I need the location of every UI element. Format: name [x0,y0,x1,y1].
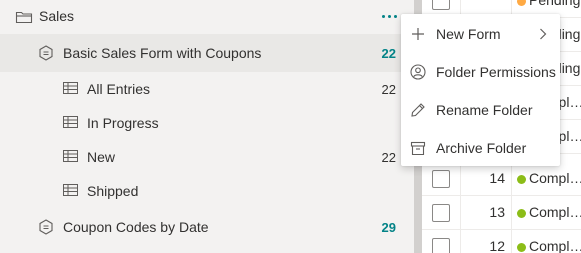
tree-item-shipped[interactable]: Shipped [0,174,414,208]
status-label: Compl… [529,204,581,220]
status-label: Compl… [529,238,581,253]
cell-divider [511,196,512,230]
table-row[interactable]: 12 Compl… [422,230,581,253]
ellipsis-icon[interactable] [376,6,402,26]
entry-count: 22 [381,82,396,97]
folder-sales[interactable]: Sales [0,0,414,34]
row-checkbox[interactable] [432,170,450,188]
status-dot-icon [517,243,526,252]
table-view-icon [62,115,78,129]
folder-icon [14,8,34,26]
pencil-icon [409,101,427,119]
status-label: Compl… [529,170,581,186]
entry-count: 29 [381,220,396,235]
row-checkbox[interactable] [432,0,450,10]
entry-number: 14 [489,170,505,186]
user-permissions-icon [409,63,427,81]
cell-divider [511,162,512,196]
tree-item-label: All Entries [87,81,151,97]
menu-item-new-form[interactable]: New Form [401,15,560,53]
status-dot-icon [517,209,526,218]
entry-number: 13 [489,204,505,220]
form-icon [38,44,54,62]
tree-item-label: Coupon Codes by Date [63,219,209,235]
form-icon [38,218,54,236]
status-dot-icon [517,175,526,184]
chevron-right-icon [536,27,550,41]
table-row[interactable]: 13 Compl… [422,196,581,230]
tree-item-all-entries[interactable]: All Entries 22 [0,72,414,106]
menu-item-folder-permissions[interactable]: Folder Permissions [401,53,560,91]
entry-number: 12 [489,238,505,253]
cell-divider [511,230,512,253]
menu-item-label: Folder Permissions [436,64,556,80]
plus-icon [409,25,427,43]
tree-item-new[interactable]: New 22 [0,140,414,174]
row-checkbox[interactable] [432,204,450,222]
row-checkbox[interactable] [432,238,450,253]
menu-item-archive-folder[interactable]: Archive Folder [401,129,560,167]
table-view-icon [62,183,78,197]
tree-item-label: In Progress [87,115,159,131]
tree-item-basic-sales-form[interactable]: Basic Sales Form with Coupons 22 [0,34,414,72]
folder-context-menu: New Form Folder Permissions Rename Folde… [401,14,560,166]
folder-label: Sales [39,8,75,24]
status-dot-icon [517,0,526,6]
table-view-icon [62,149,78,163]
menu-item-label: Archive Folder [436,140,527,156]
tree-item-label: New [87,149,116,165]
entry-count: 22 [381,46,396,61]
entry-count: 22 [381,150,396,165]
tree-item-label: Shipped [87,183,139,199]
status-label: Pending [529,0,581,8]
tree-item-in-progress[interactable]: In Progress [0,106,414,140]
menu-item-label: New Form [436,26,501,42]
table-row[interactable]: 14 Compl… [422,162,581,196]
tree-item-label: Basic Sales Form with Coupons [63,45,262,61]
table-view-icon [62,81,78,95]
tree-item-coupon-codes[interactable]: Coupon Codes by Date 29 [0,208,414,246]
folder-tree: Sales Basic Sales Form with Coupons 22 A… [0,0,414,253]
menu-item-rename-folder[interactable]: Rename Folder [401,91,560,129]
menu-item-label: Rename Folder [436,102,533,118]
archive-icon [409,139,427,157]
